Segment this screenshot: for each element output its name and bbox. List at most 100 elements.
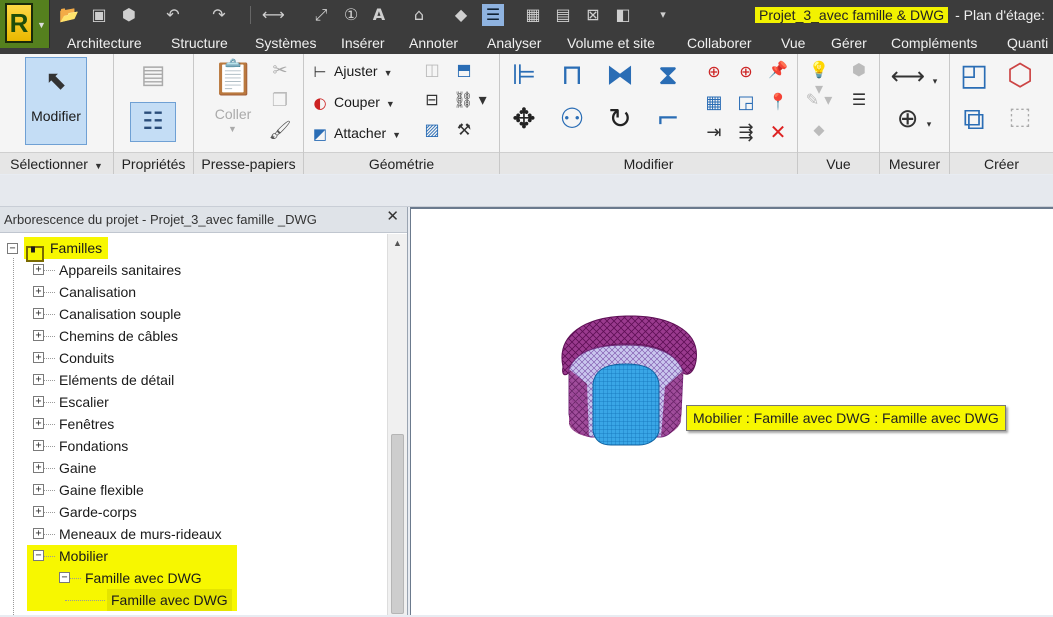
- tree-item[interactable]: Gaine: [59, 457, 96, 479]
- create-group-icon[interactable]: ⧉: [954, 102, 994, 137]
- redo-icon[interactable]: ↷: [208, 4, 230, 26]
- split-face-icon[interactable]: ⬒: [452, 60, 476, 79]
- collapse-toggle[interactable]: −: [33, 550, 44, 561]
- tab-analyser[interactable]: Analyser: [487, 33, 541, 53]
- expand-toggle[interactable]: +: [33, 264, 44, 275]
- trim-single-icon[interactable]: ⇶: [734, 122, 758, 143]
- measure-distance-icon[interactable]: ⟷ ▾: [884, 62, 944, 90]
- tree-item[interactable]: Gaine flexible: [59, 479, 144, 501]
- tab-collaborer[interactable]: Collaborer: [687, 33, 752, 53]
- paste-icon[interactable]: 📋: [212, 58, 254, 102]
- tree-item[interactable]: Conduits: [59, 347, 114, 369]
- properties-button[interactable]: ☷: [130, 102, 176, 142]
- save-icon[interactable]: ▣: [88, 4, 110, 26]
- close-windows-icon[interactable]: ⊠: [582, 4, 604, 26]
- tab-complements[interactable]: Compléments: [891, 33, 977, 53]
- match-properties-icon[interactable]: 🖌: [268, 120, 292, 141]
- tab-systemes[interactable]: Systèmes: [255, 33, 316, 53]
- drawing-canvas[interactable]: Mobilier : Famille avec DWG : Famille av…: [410, 207, 1053, 615]
- expand-toggle[interactable]: +: [33, 308, 44, 319]
- switch-windows-icon[interactable]: ▤: [552, 4, 574, 26]
- expand-toggle[interactable]: +: [33, 374, 44, 385]
- type-properties-icon[interactable]: ▤: [130, 60, 176, 96]
- ajuster-button[interactable]: ⊢ Ajuster ▼: [310, 59, 392, 83]
- split-icon[interactable]: ⊕: [702, 62, 726, 81]
- spot-elevation-icon[interactable]: ⊕ ▾: [884, 104, 944, 134]
- expand-toggle[interactable]: +: [33, 330, 44, 341]
- array-icon[interactable]: ▦: [702, 92, 726, 113]
- scale-icon[interactable]: ◲: [734, 92, 758, 113]
- tab-inserer[interactable]: Insérer: [341, 33, 385, 53]
- tree-item[interactable]: Garde-corps: [59, 501, 137, 523]
- move-icon[interactable]: ✥: [504, 102, 544, 135]
- expand-toggle[interactable]: +: [33, 484, 44, 495]
- tree-item[interactable]: Eléments de détail: [59, 369, 174, 391]
- tab-quantification[interactable]: Quanti: [1007, 33, 1048, 53]
- coller-label[interactable]: Coller: [208, 106, 258, 122]
- tree-item[interactable]: Appareils sanitaires: [59, 259, 181, 281]
- copy-icon[interactable]: ❐: [268, 90, 292, 111]
- offset-icon[interactable]: ⊓: [552, 58, 592, 91]
- hammer-icon[interactable]: ⚒: [452, 120, 476, 139]
- create-parts-icon[interactable]: ⬡: [1000, 58, 1040, 93]
- tree-item[interactable]: Fenêtres: [59, 413, 114, 435]
- tree-item[interactable]: Canalisation souple: [59, 303, 181, 325]
- align-icon[interactable]: ⊫: [504, 58, 544, 91]
- close-icon[interactable]: ✕: [386, 207, 399, 225]
- wall-joins-icon[interactable]: ⊟: [420, 90, 444, 109]
- create-similar-icon[interactable]: ⬚: [1000, 102, 1040, 130]
- thin-lines-icon[interactable]: ☰: [844, 90, 874, 109]
- unpin-icon[interactable]: 📌: [766, 60, 790, 79]
- tree-item[interactable]: Canalisation: [59, 281, 136, 303]
- mirror-draw-icon[interactable]: ⧗: [648, 58, 688, 92]
- mirror-axis-icon[interactable]: ⧓: [600, 58, 640, 91]
- chevron-down-icon[interactable]: ▼: [228, 124, 237, 134]
- expand-toggle[interactable]: +: [33, 528, 44, 539]
- cut-icon[interactable]: ✂: [268, 60, 292, 81]
- tab-structure[interactable]: Structure: [171, 33, 228, 53]
- create-assembly-icon[interactable]: ◰: [954, 58, 994, 93]
- section-icon[interactable]: ◆: [450, 4, 472, 26]
- close-hidden-icon[interactable]: ▦: [522, 4, 544, 26]
- expand-toggle[interactable]: +: [33, 440, 44, 451]
- modifier-button[interactable]: ⬉ Modifier: [25, 57, 87, 145]
- customize-qat-icon[interactable]: ▾: [652, 4, 674, 26]
- expand-toggle[interactable]: +: [33, 418, 44, 429]
- sync-icon[interactable]: ⬢: [118, 4, 140, 26]
- scroll-thumb[interactable]: [391, 434, 404, 614]
- delete-icon[interactable]: ✕: [766, 120, 790, 144]
- pin-icon[interactable]: 📍: [766, 92, 790, 111]
- tab-annoter[interactable]: Annoter: [409, 33, 458, 53]
- expand-toggle[interactable]: +: [33, 352, 44, 363]
- text-icon[interactable]: A: [368, 4, 390, 26]
- split-gap-icon[interactable]: ⊕: [734, 62, 758, 81]
- expand-toggle[interactable]: +: [33, 506, 44, 517]
- tree-item-mobilier[interactable]: Mobilier: [59, 545, 108, 567]
- vertical-scrollbar[interactable]: ▲: [387, 234, 407, 615]
- rotate-icon[interactable]: ↻: [600, 102, 640, 135]
- attacher-button[interactable]: ◩ Attacher ▼: [310, 121, 401, 145]
- measure-icon[interactable]: ⟷: [262, 4, 285, 26]
- undo-icon[interactable]: ↶: [162, 4, 184, 26]
- tree-item-family[interactable]: Famille avec DWG: [85, 567, 202, 589]
- paint-icon[interactable]: ▨: [420, 120, 444, 139]
- override-graphics-icon[interactable]: ⬢: [844, 60, 874, 79]
- application-menu-button[interactable]: R ▼: [0, 0, 50, 48]
- expand-toggle[interactable]: +: [33, 462, 44, 473]
- windows-icon[interactable]: ◧: [612, 4, 634, 26]
- scroll-up-arrow-icon[interactable]: ▲: [388, 234, 407, 252]
- trim-extend-icon[interactable]: ⌐: [648, 102, 688, 135]
- line-work-icon[interactable]: ✎ ▾: [804, 90, 834, 109]
- tab-volume-et-site[interactable]: Volume et site: [567, 33, 655, 53]
- collapse-toggle[interactable]: −: [7, 243, 18, 254]
- linework-icon[interactable]: ⬥: [804, 120, 834, 140]
- 3d-view-icon[interactable]: ⌂: [408, 4, 430, 26]
- expand-toggle[interactable]: +: [33, 286, 44, 297]
- tree-item-family-type[interactable]: Famille avec DWG: [107, 589, 232, 611]
- trim-multiple-icon[interactable]: ⇥: [702, 122, 726, 143]
- tree-item[interactable]: Meneaux de murs-rideaux: [59, 523, 222, 545]
- tree-item[interactable]: Escalier: [59, 391, 109, 413]
- tree-item-familles[interactable]: ▘ Familles: [24, 237, 109, 262]
- tree-item[interactable]: Chemins de câbles: [59, 325, 178, 347]
- collapse-toggle[interactable]: −: [59, 572, 70, 583]
